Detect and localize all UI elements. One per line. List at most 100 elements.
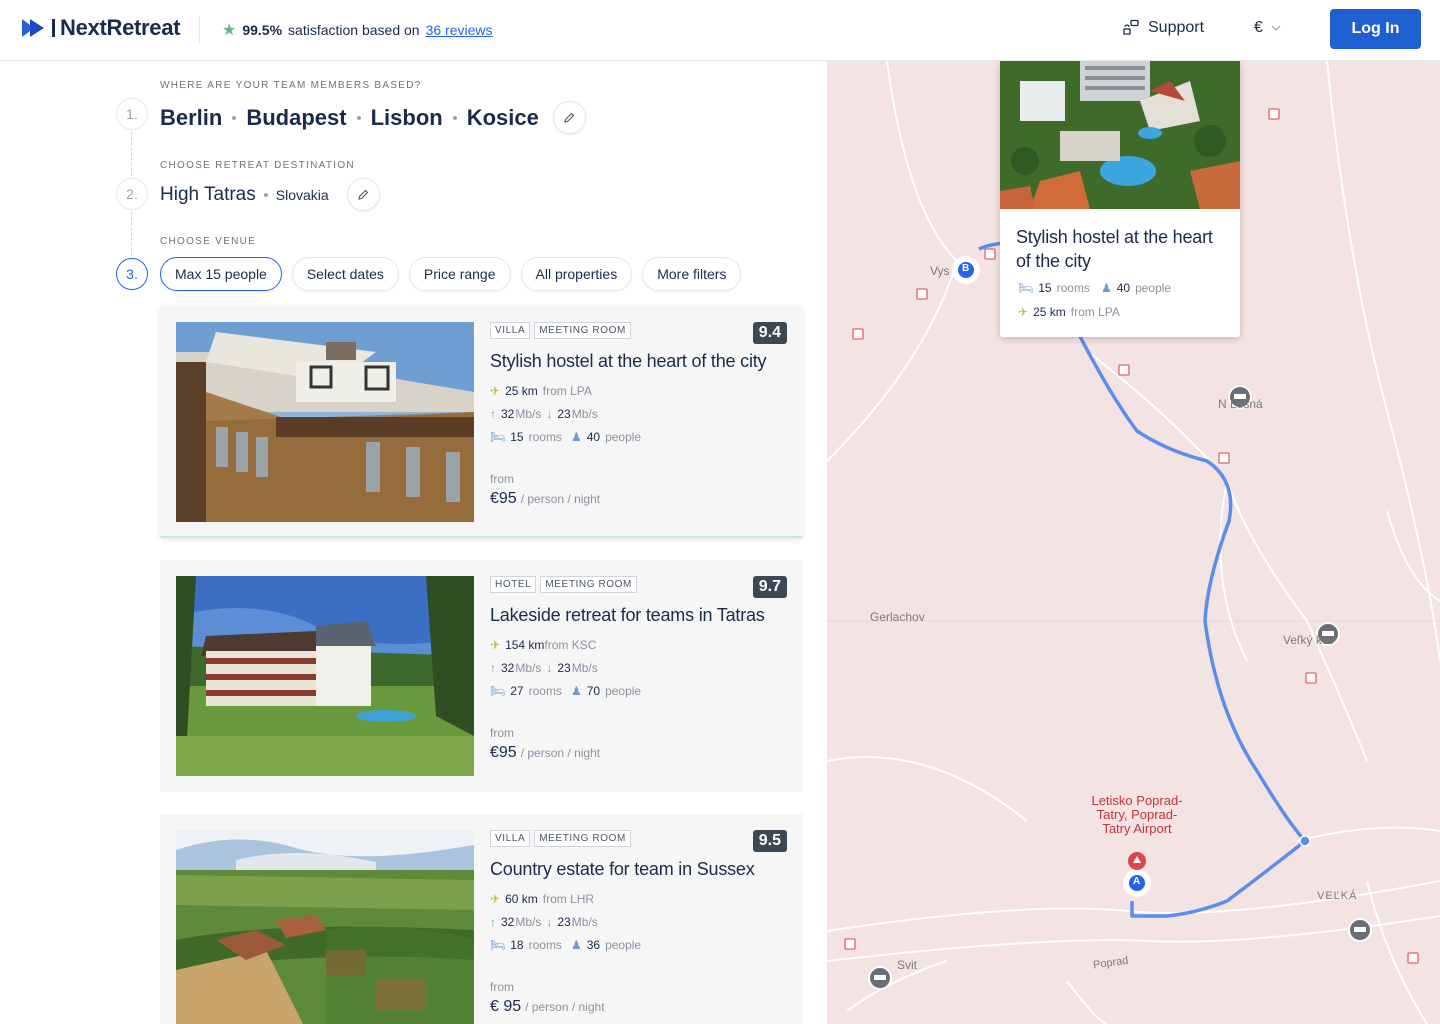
venue-tag: HOTEL (490, 576, 537, 593)
people-count: 40 (586, 430, 601, 444)
venue-photo (176, 576, 474, 776)
bed-icon: 🛏 (490, 684, 506, 698)
separator-dot (263, 192, 268, 197)
destination-country: Slovakia (275, 186, 329, 203)
rooms-label: rooms (528, 430, 562, 444)
logo[interactable]: NextRetreat (20, 15, 181, 41)
map-label-svit: Svit (897, 958, 918, 972)
person-icon: ♟ (570, 684, 582, 698)
venue-capacity: 🛏 15 rooms ♟ 40 people (490, 430, 790, 444)
filter-price[interactable]: Price range (408, 257, 511, 291)
venue-title[interactable]: Lakeside retreat for teams in Tatras (490, 605, 790, 626)
bed-icon: 🛏 (490, 938, 506, 952)
venue-tag: MEETING ROOM (534, 830, 631, 847)
plane-icon: ✈ (1018, 305, 1029, 319)
venue-tags: VILLA MEETING ROOM (490, 322, 790, 339)
venue-photo (176, 322, 474, 522)
venue-distance: ✈ 154 km from KSC (490, 638, 790, 652)
popup-title[interactable]: Stylish hostel at the heart of the city (1016, 225, 1231, 273)
rating: ★ 99.5% satisfaction based on 36 reviews (222, 20, 493, 40)
distance-value: 154 km (505, 638, 545, 652)
download-unit: Mb/s (571, 407, 598, 421)
people-count: 70 (586, 684, 601, 698)
map[interactable]: B A Vys N Lesná Gerlachov Veľký kov VEĽK… (827, 61, 1440, 1024)
venue-distance: ✈ 60 km from LHR (490, 892, 790, 906)
distance-from: from LPA (1070, 305, 1120, 319)
step-2-label: CHOOSE RETREAT DESTINATION (160, 160, 355, 171)
marker-a[interactable]: A (1133, 876, 1140, 887)
map-label-velka: VEĽKÁ (1317, 890, 1358, 902)
support-icon (1123, 19, 1139, 35)
rooms-label: rooms (528, 684, 562, 698)
popup-distance: ✈ 25 km from LPA (1018, 305, 1120, 319)
upload-unit: Mb/s (515, 661, 542, 675)
filter-people[interactable]: Max 15 people (160, 257, 282, 291)
download-speed: 23 (557, 915, 571, 929)
people-label: people (605, 430, 642, 444)
currency-value: € (1254, 19, 1263, 36)
header-divider (199, 16, 200, 44)
support-label: Support (1148, 19, 1205, 36)
rating-text: satisfaction based on (288, 22, 420, 38)
left-panel: WHERE ARE YOUR TEAM MEMBERS BASED? 1. Be… (0, 61, 827, 1024)
star-icon: ★ (222, 22, 237, 39)
reviews-link[interactable]: 36 reviews (426, 22, 493, 38)
step-3-label: CHOOSE VENUE (160, 236, 257, 247)
price-from-label: from (490, 472, 514, 486)
venue-price: €95 / person / night (490, 744, 600, 762)
logo-text: NextRetreat (60, 15, 181, 40)
rooms-count: 15 (1038, 281, 1052, 295)
pencil-icon (564, 112, 575, 123)
venue-title[interactable]: Country estate for team in Sussex (490, 859, 790, 880)
people-count: 40 (1116, 281, 1131, 295)
venue-card[interactable]: VILLA MEETING ROOM Stylish hostel at the… (160, 306, 803, 538)
edit-cities-button[interactable] (552, 101, 586, 134)
rooms-label: rooms (528, 938, 562, 952)
bed-icon: 🛏 (1018, 281, 1034, 295)
upload-arrow-icon: ↑ (490, 915, 496, 929)
map-label-gerlachov: Gerlachov (870, 610, 925, 624)
rooms-label: rooms (1056, 281, 1090, 295)
edit-destination-button[interactable] (346, 178, 380, 211)
price-amount: € 95 (490, 998, 522, 1015)
marker-b[interactable]: B (962, 263, 969, 274)
price-unit: / person / night (520, 492, 601, 506)
download-arrow-icon: ↓ (546, 915, 553, 929)
venue-card[interactable]: VILLA MEETING ROOM Country estate for te… (160, 814, 803, 1024)
person-icon: ♟ (1100, 281, 1112, 295)
price-unit: / person / night (520, 746, 601, 760)
rooms-count: 15 (510, 430, 524, 444)
support-link[interactable]: Support (1122, 19, 1204, 37)
distance-from: from LHR (542, 892, 595, 906)
price-amount: €95 (490, 744, 517, 761)
step-connector (131, 212, 132, 256)
plane-icon: ✈ (490, 892, 501, 906)
venue-tag: VILLA (490, 830, 531, 847)
venue-card[interactable]: HOTEL MEETING ROOM Lakeside retreat for … (160, 560, 803, 792)
chevron-down-icon (1271, 25, 1281, 31)
venue-capacity: 🛏 27 rooms ♟ 70 people (490, 684, 790, 698)
map-venue-popup[interactable]: Stylish hostel at the heart of the city … (1000, 61, 1240, 337)
people-label: people (1135, 281, 1172, 295)
venue-price: €95 / person / night (490, 490, 600, 508)
filter-bar: Max 15 people Select dates Price range A… (160, 257, 742, 291)
city-name: Kosice (466, 104, 539, 130)
filter-properties[interactable]: All properties (520, 257, 633, 291)
map-label-velky: Veľký kov (1283, 633, 1335, 647)
distance-from: from KSC (544, 638, 597, 652)
venue-photo (176, 830, 474, 1024)
login-button[interactable]: Log In (1330, 9, 1421, 49)
venue-info: VILLA MEETING ROOM Country estate for te… (490, 830, 790, 952)
logo-icon (22, 19, 55, 37)
popup-photo (1000, 61, 1240, 209)
currency-select[interactable]: € (1254, 19, 1281, 37)
person-icon: ♟ (570, 938, 582, 952)
filter-dates[interactable]: Select dates (291, 257, 399, 291)
separator-dot (356, 115, 361, 120)
step-3-number: 3. (116, 258, 148, 290)
download-speed: 23 (557, 407, 571, 421)
venue-title[interactable]: Stylish hostel at the heart of the city (490, 351, 790, 372)
venue-distance: ✈ 25 km from LPA (490, 384, 790, 398)
filter-more[interactable]: More filters (642, 257, 742, 291)
distance-value: 60 km (505, 892, 538, 906)
